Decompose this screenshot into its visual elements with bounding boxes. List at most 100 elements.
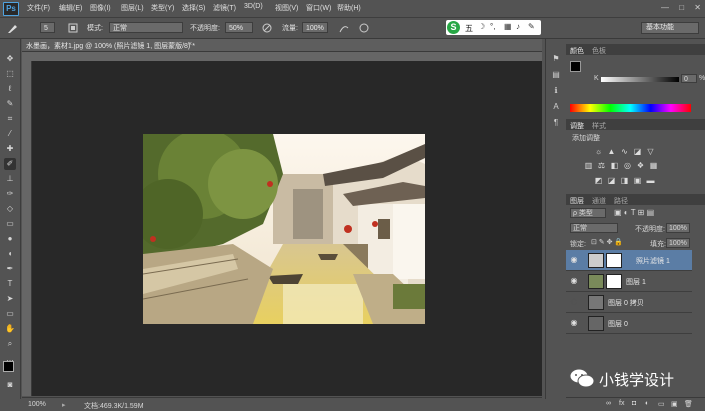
- menu-type[interactable]: 类型(Y): [151, 3, 174, 13]
- maximize-button[interactable]: □: [679, 3, 684, 12]
- type-tool-icon[interactable]: T: [4, 278, 16, 290]
- brush-size-picker[interactable]: 5: [40, 22, 55, 33]
- tab-channels[interactable]: 通道: [592, 196, 606, 206]
- color-foreground-swatch[interactable]: [570, 61, 581, 72]
- zoom-tool-icon[interactable]: ⌕: [4, 338, 16, 350]
- ime-mode-label[interactable]: 五: [465, 23, 473, 34]
- color-lookup-adjust-icon[interactable]: ▦: [649, 161, 658, 170]
- tools-icon[interactable]: ✎: [528, 22, 535, 31]
- layer-name[interactable]: 图层 1: [626, 277, 646, 287]
- layer-row[interactable]: ◉ 图层 0 拷贝: [566, 292, 692, 313]
- menu-layer[interactable]: 图层(L): [121, 3, 144, 13]
- quick-mask-icon[interactable]: ◙: [4, 379, 16, 391]
- crop-tool-icon[interactable]: ⌗: [4, 113, 16, 125]
- menu-select[interactable]: 选择(S): [182, 3, 205, 13]
- threshold-adjust-icon[interactable]: ◨: [620, 176, 629, 185]
- layer-name[interactable]: 图层 0: [608, 319, 628, 329]
- menu-file[interactable]: 文件(F): [27, 3, 50, 13]
- character-panel-icon[interactable]: A: [550, 101, 562, 113]
- microphone-icon[interactable]: ♪: [516, 22, 520, 31]
- shape-tool-icon[interactable]: ▭: [4, 308, 16, 320]
- pen-tool-icon[interactable]: ✒: [4, 263, 16, 275]
- link-layers-icon[interactable]: ∞: [606, 400, 611, 407]
- curves-adjust-icon[interactable]: ∿: [620, 147, 629, 156]
- hand-tool-icon[interactable]: ✋: [4, 323, 16, 335]
- eyedropper-tool-icon[interactable]: ⁄: [4, 128, 16, 140]
- marquee-tool-icon[interactable]: ⬚: [4, 68, 16, 80]
- mask-thumbnail[interactable]: [606, 274, 622, 289]
- pressure-size-icon[interactable]: [358, 22, 370, 34]
- workspace-select[interactable]: 基本功能: [641, 22, 699, 34]
- color-balance-adjust-icon[interactable]: ⚖: [597, 161, 606, 170]
- new-adjustment-icon[interactable]: ◐: [645, 400, 649, 407]
- k-slider[interactable]: [601, 77, 679, 82]
- tab-color[interactable]: 颜色: [570, 46, 584, 56]
- clone-stamp-tool-icon[interactable]: ⊥: [4, 173, 16, 185]
- healing-brush-tool-icon[interactable]: ✚: [4, 143, 16, 155]
- brush-panel-icon[interactable]: [68, 23, 78, 33]
- pressure-opacity-icon[interactable]: [261, 22, 273, 34]
- mode-select[interactable]: 正常: [109, 22, 183, 33]
- delete-layer-icon[interactable]: 🗑: [684, 400, 693, 408]
- visibility-eye-icon[interactable]: ◉: [569, 276, 579, 286]
- eraser-tool-icon[interactable]: ◇: [4, 203, 16, 215]
- invert-adjust-icon[interactable]: ◩: [594, 176, 603, 185]
- history-brush-tool-icon[interactable]: ✑: [4, 188, 16, 200]
- punctuation-icon[interactable]: °,: [490, 22, 495, 31]
- vibrance-adjust-icon[interactable]: ▽: [646, 147, 655, 156]
- minimize-button[interactable]: —: [661, 3, 669, 12]
- levels-adjust-icon[interactable]: ▲: [607, 147, 616, 156]
- photo-filter-adjust-icon[interactable]: ◎: [623, 161, 632, 170]
- airbrush-icon[interactable]: [338, 22, 350, 34]
- opacity-input[interactable]: 50%: [225, 22, 253, 33]
- brush-tool-selected-icon[interactable]: ✐: [4, 158, 16, 170]
- visibility-eye-icon[interactable]: ◉: [569, 318, 579, 328]
- move-tool-icon[interactable]: ✥: [4, 53, 16, 65]
- add-mask-icon[interactable]: ◘: [632, 400, 636, 407]
- menu-window[interactable]: 窗口(W): [306, 3, 331, 13]
- exposure-adjust-icon[interactable]: ◪: [633, 147, 642, 156]
- visibility-eye-icon[interactable]: ◉: [569, 255, 579, 265]
- history-panel-icon[interactable]: ⚑: [550, 53, 562, 65]
- menu-3d[interactable]: 3D(D): [244, 3, 263, 10]
- blend-mode-select[interactable]: 正常: [570, 223, 618, 233]
- visibility-eye-icon[interactable]: ◉: [569, 297, 579, 307]
- hue-saturation-adjust-icon[interactable]: ▥: [584, 161, 593, 170]
- fx-icon[interactable]: fx: [619, 400, 624, 407]
- ime-logo[interactable]: S: [447, 21, 460, 34]
- tab-styles[interactable]: 样式: [592, 121, 606, 131]
- k-value-input[interactable]: 0: [681, 74, 697, 83]
- mask-thumbnail[interactable]: [606, 253, 622, 268]
- tab-paths[interactable]: 路径: [614, 196, 628, 206]
- brightness-adjust-icon[interactable]: ☼: [594, 147, 603, 156]
- blur-tool-icon[interactable]: ●: [4, 233, 16, 245]
- layer-row[interactable]: ◉ 图层 0: [566, 313, 692, 334]
- close-window-button[interactable]: ✕: [694, 3, 701, 12]
- menu-help[interactable]: 帮助(H): [337, 3, 361, 13]
- properties-panel-icon[interactable]: ▤: [550, 69, 562, 81]
- info-panel-icon[interactable]: ℹ: [550, 85, 562, 97]
- document-tab[interactable]: 水墨画，素材1.jpg @ 100% (照片滤镜 1, 图层蒙版/8) * ×: [22, 39, 542, 52]
- quick-select-tool-icon[interactable]: ✎: [4, 98, 16, 110]
- selective-color-adjust-icon[interactable]: ▣: [633, 176, 642, 185]
- layer-filter-select[interactable]: ρ 类型: [570, 208, 606, 218]
- layer-filter-icons[interactable]: ▣ ◐ T ⊞ ▤: [614, 208, 654, 217]
- moon-icon[interactable]: ☽: [478, 22, 485, 31]
- flow-input[interactable]: 100%: [302, 22, 328, 33]
- posterize-adjust-icon[interactable]: ◪: [607, 176, 616, 185]
- close-document-icon[interactable]: ×: [188, 41, 192, 48]
- zoom-level[interactable]: 100%: [28, 401, 46, 408]
- canvas-image[interactable]: [143, 134, 425, 324]
- layer-fill-input[interactable]: 100%: [666, 238, 690, 248]
- foreground-color-swatch[interactable]: [3, 361, 14, 372]
- layer-row[interactable]: ◉ 照片滤镜 1: [566, 250, 692, 271]
- gradient-map-adjust-icon[interactable]: ▬: [646, 176, 655, 185]
- tab-adjustments[interactable]: 调整: [570, 121, 584, 131]
- brush-tool-icon[interactable]: [6, 22, 20, 34]
- path-select-tool-icon[interactable]: ➤: [4, 293, 16, 305]
- black-white-adjust-icon[interactable]: ◧: [610, 161, 619, 170]
- layer-row[interactable]: ◉ 图层 1: [566, 271, 692, 292]
- tab-swatches[interactable]: 色板: [592, 46, 606, 56]
- menu-view[interactable]: 视图(V): [275, 3, 298, 13]
- dodge-tool-icon[interactable]: ◖: [4, 248, 16, 260]
